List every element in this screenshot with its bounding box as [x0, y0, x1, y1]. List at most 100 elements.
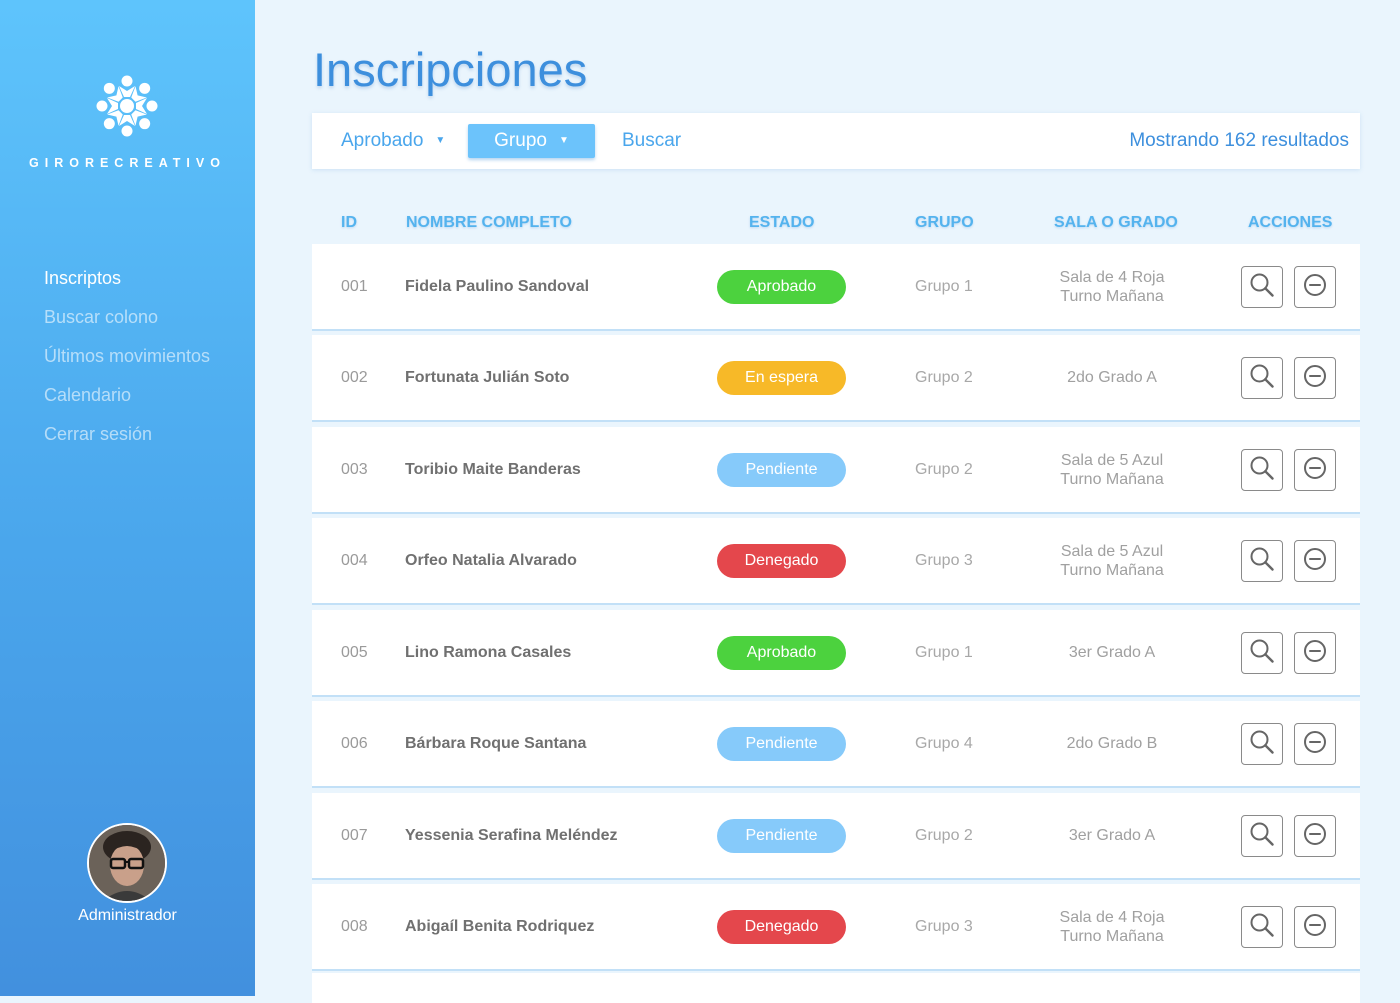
view-button[interactable] — [1241, 266, 1283, 308]
table-row[interactable]: 005 Lino Ramona Casales Aprobado Grupo 1… — [312, 610, 1360, 695]
row-sala: Sala de 4 Roja Turno Mañana — [1012, 884, 1212, 969]
remove-button[interactable] — [1294, 906, 1336, 948]
row-name: Yessenia Serafina Meléndez — [405, 827, 618, 844]
status-badge: Aprobado — [717, 636, 846, 670]
search-icon — [1249, 546, 1275, 577]
minus-circle-icon — [1302, 272, 1328, 303]
search-icon — [1249, 272, 1275, 303]
status-badge: Pendiente — [717, 453, 846, 487]
column-header-status[interactable]: ESTADO — [749, 214, 814, 232]
remove-button[interactable] — [1294, 632, 1336, 674]
remove-button[interactable] — [1294, 357, 1336, 399]
chevron-down-icon: ▼ — [558, 135, 569, 146]
row-sala-line1: 2do Grado B — [1066, 735, 1158, 752]
sidebar-nav: Inscriptos Buscar colono Últimos movimie… — [44, 266, 210, 461]
search-icon — [1249, 729, 1275, 760]
remove-button[interactable] — [1294, 815, 1336, 857]
sidebar-item-buscar-colono[interactable]: Buscar colono — [44, 305, 210, 344]
column-header-id[interactable]: ID — [341, 214, 357, 232]
search-icon — [1249, 821, 1275, 852]
row-name: Bárbara Roque Santana — [405, 735, 587, 752]
column-header-sala[interactable]: SALA O GRADO — [1054, 214, 1178, 232]
filter-aprobado-dropdown[interactable]: Aprobado ▼ — [341, 124, 445, 158]
row-sala-line2: Turno Mañana — [1060, 927, 1164, 945]
view-button[interactable] — [1241, 449, 1283, 491]
filter-bar: Aprobado ▼ Grupo ▼ Buscar Mostrando 162 re… — [312, 113, 1360, 169]
filter-aprobado-label: Aprobado — [341, 130, 424, 152]
flower-logo-icon — [93, 72, 161, 140]
sidebar-item-calendario[interactable]: Calendario — [44, 383, 210, 422]
remove-button[interactable] — [1294, 266, 1336, 308]
filter-grupo-label: Grupo — [494, 130, 547, 152]
row-id: 005 — [341, 644, 368, 661]
row-sala-line1: 3er Grado A — [1068, 827, 1156, 844]
status-badge: Pendiente — [717, 819, 846, 853]
remove-button[interactable] — [1294, 723, 1336, 765]
row-id: 004 — [341, 552, 368, 569]
row-sala-line1: 2do Grado A — [1067, 369, 1157, 386]
table-row[interactable]: 007 Yessenia Serafina Meléndez Pendiente… — [312, 793, 1360, 878]
row-sala: 2do Grado A — [1012, 335, 1212, 420]
view-button[interactable] — [1241, 540, 1283, 582]
row-sala: Sala de 4 Roja Turno Mañana — [1012, 244, 1212, 329]
page-title: Inscripciones — [313, 43, 588, 96]
row-sala-line2: Turno Mañana — [1060, 287, 1164, 305]
row-group: Grupo 3 — [915, 918, 973, 935]
status-badge: Denegado — [717, 544, 846, 578]
remove-button[interactable] — [1294, 540, 1336, 582]
sidebar-item-cerrar-sesion[interactable]: Cerrar sesión — [44, 422, 210, 461]
brand-name: GIRORECREATIVO — [29, 156, 226, 170]
view-button[interactable] — [1241, 357, 1283, 399]
view-button[interactable] — [1241, 906, 1283, 948]
avatar[interactable] — [87, 823, 167, 903]
table-row[interactable]: 001 Fidela Paulino Sandoval Aprobado Gru… — [312, 244, 1360, 329]
row-name: Orfeo Natalia Alvarado — [405, 552, 577, 569]
status-badge: Pendiente — [717, 727, 846, 761]
row-sala: 3er Grado A — [1012, 793, 1212, 878]
row-name: Fortunata Julián Soto — [405, 369, 570, 386]
status-badge: En espera — [717, 361, 846, 395]
filter-grupo-dropdown[interactable]: Grupo ▼ — [468, 124, 595, 158]
row-sala: Sala de 5 Azul Turno Mañana — [1012, 518, 1212, 603]
table-row[interactable]: 002 Fortunata Julián Soto En espera Grup… — [312, 335, 1360, 420]
table-row[interactable]: 004 Orfeo Natalia Alvarado Denegado Grup… — [312, 518, 1360, 603]
row-sala-line2: Turno Mañana — [1060, 470, 1164, 488]
column-header-name[interactable]: NOMBRE COMPLETO — [406, 214, 572, 232]
minus-circle-icon — [1302, 912, 1328, 943]
minus-circle-icon — [1302, 638, 1328, 669]
row-id: 002 — [341, 369, 368, 386]
column-header-actions: ACCIONES — [1248, 214, 1333, 231]
view-button[interactable] — [1241, 632, 1283, 674]
row-sala: 3er Grado A — [1012, 610, 1212, 695]
row-sala-line1: Sala de 4 Roja — [1059, 908, 1165, 926]
status-badge: Aprobado — [717, 270, 846, 304]
sidebar-item-ultimos-movimientos[interactable]: Últimos movimientos — [44, 344, 210, 383]
search-icon — [1249, 455, 1275, 486]
table-row[interactable]: 003 Toribio Maite Banderas Pendiente Gru… — [312, 427, 1360, 512]
table-row[interactable] — [312, 973, 1360, 1003]
chevron-down-icon: ▼ — [435, 135, 446, 146]
row-group: Grupo 3 — [915, 552, 973, 569]
row-sala-line1: Sala de 5 Azul — [1060, 542, 1164, 560]
row-sala: Sala de 5 Azul Turno Mañana — [1012, 427, 1212, 512]
view-button[interactable] — [1241, 723, 1283, 765]
remove-button[interactable] — [1294, 449, 1336, 491]
column-header-group[interactable]: GRUPO — [915, 214, 974, 232]
results-count: Mostrando 162 resultados — [1129, 130, 1349, 151]
search-icon — [1249, 363, 1275, 394]
minus-circle-icon — [1302, 363, 1328, 394]
minus-circle-icon — [1302, 729, 1328, 760]
search-icon — [1249, 638, 1275, 669]
row-sala-line1: 3er Grado A — [1068, 644, 1156, 661]
row-group: Grupo 2 — [915, 827, 973, 844]
sidebar-item-inscriptos[interactable]: Inscriptos — [44, 266, 210, 305]
row-group: Grupo 4 — [915, 735, 973, 752]
search-button[interactable]: Buscar — [622, 124, 681, 158]
row-group: Grupo 1 — [915, 644, 973, 661]
row-sala-line1: Sala de 5 Azul — [1060, 451, 1164, 469]
table-row[interactable]: 008 Abigaíl Benita Rodriquez Denegado Gr… — [312, 884, 1360, 969]
view-button[interactable] — [1241, 815, 1283, 857]
search-icon — [1249, 912, 1275, 943]
table-row[interactable]: 006 Bárbara Roque Santana Pendiente Grup… — [312, 701, 1360, 786]
row-name: Toribio Maite Banderas — [405, 461, 581, 478]
